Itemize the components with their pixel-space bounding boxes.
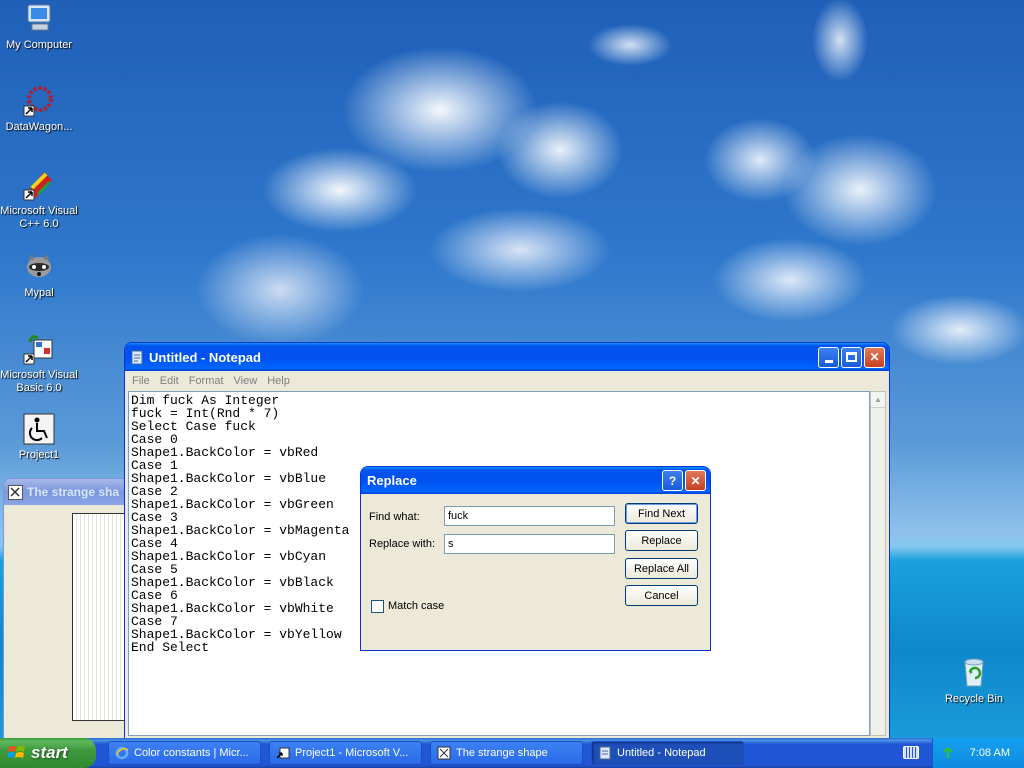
- mypal-icon: [22, 250, 56, 284]
- clock[interactable]: 7:08 AM: [970, 747, 1010, 759]
- close-button[interactable]: ✕: [864, 346, 885, 368]
- desktop-icon-label: Project1: [18, 449, 60, 461]
- scroll-up-button[interactable]: ▲: [871, 392, 885, 408]
- vb-icon: [276, 746, 290, 760]
- desktop-icon-label: Mypal: [24, 287, 54, 299]
- desktop-icon-visual-basic[interactable]: Microsoft Visual Basic 6.0: [0, 332, 78, 395]
- replace-title: Replace: [367, 473, 417, 488]
- task-label: Untitled - Notepad: [617, 747, 706, 759]
- find-what-label: Find what:: [369, 511, 420, 523]
- start-label: start: [31, 743, 68, 762]
- match-case-label: Match case: [388, 600, 445, 612]
- dialog-close-button[interactable]: ✕: [685, 470, 706, 491]
- menu-edit[interactable]: Edit: [155, 375, 184, 387]
- task-label: Color constants | Micr...: [134, 747, 249, 759]
- notepad-icon: [598, 746, 612, 760]
- replace-with-label: Replace with:: [369, 538, 436, 550]
- visual-cpp-icon: [22, 168, 56, 202]
- taskbar-item-notepad[interactable]: Untitled - Notepad: [591, 741, 744, 765]
- menu-view[interactable]: View: [229, 375, 263, 387]
- computer-icon: [22, 2, 56, 36]
- help-icon: ?: [668, 473, 677, 488]
- desktop-icon-label: Microsoft Visual C++ 6.0: [0, 205, 78, 230]
- vertical-scrollbar[interactable]: ▲: [870, 391, 886, 736]
- desktop: My Computer DataWagon... Microsoft Visua…: [0, 0, 1024, 738]
- visual-basic-icon: [22, 332, 56, 366]
- system-tray: 7:08 AM: [932, 738, 1024, 768]
- strange-shape-title: The strange sha: [27, 485, 120, 499]
- desktop-icon-recycle-bin[interactable]: Recycle Bin: [935, 656, 1013, 706]
- match-case-checkbox[interactable]: [371, 600, 384, 613]
- start-button[interactable]: start: [0, 738, 96, 768]
- minimize-icon: [824, 359, 833, 363]
- close-icon: ✕: [869, 350, 880, 364]
- replace-titlebar[interactable]: Replace ? ✕: [361, 467, 710, 494]
- menu-format[interactable]: Format: [184, 375, 229, 387]
- notepad-icon: [129, 349, 145, 365]
- notepad-title: Untitled - Notepad: [149, 349, 261, 365]
- form-icon: [437, 746, 451, 760]
- network-icon[interactable]: [941, 746, 955, 760]
- desktop-icon-label: DataWagon...: [5, 121, 73, 133]
- maximize-icon: [846, 352, 857, 362]
- taskbar: start Color constants | Micr... Project1…: [0, 738, 1024, 768]
- ie-icon: [115, 746, 129, 760]
- notepad-titlebar[interactable]: Untitled - Notepad ✕: [125, 343, 889, 371]
- strange-shape-client: [8, 509, 152, 735]
- menu-help[interactable]: Help: [262, 375, 295, 387]
- accessibility-icon: [22, 412, 56, 446]
- desktop-icon-label: My Computer: [5, 39, 73, 51]
- taskbar-item-project1[interactable]: Project1 - Microsoft V...: [269, 741, 422, 765]
- replace-button[interactable]: Replace: [625, 530, 698, 551]
- strange-shape-window[interactable]: The strange sha: [3, 478, 152, 738]
- taskbar-item-color-constants[interactable]: Color constants | Micr...: [108, 741, 261, 765]
- taskbar-item-strange-shape[interactable]: The strange shape: [430, 741, 583, 765]
- desktop-icon-datawagon[interactable]: DataWagon...: [0, 84, 78, 134]
- task-label: The strange shape: [456, 747, 548, 759]
- desktop-icon-project1[interactable]: Project1: [0, 412, 78, 462]
- help-button[interactable]: ?: [662, 470, 683, 491]
- replace-all-button[interactable]: Replace All: [625, 558, 698, 579]
- notepad-menubar: File Edit Format View Help: [125, 371, 889, 391]
- desktop-icon-mypal[interactable]: Mypal: [0, 250, 78, 300]
- maximize-button[interactable]: [841, 346, 862, 368]
- menu-file[interactable]: File: [127, 375, 155, 387]
- desktop-icon-label: Microsoft Visual Basic 6.0: [0, 369, 78, 394]
- find-what-input[interactable]: fuck: [444, 506, 615, 526]
- language-bar-icon[interactable]: [903, 746, 919, 759]
- cancel-button[interactable]: Cancel: [625, 585, 698, 606]
- desktop-icon-my-computer[interactable]: My Computer: [0, 2, 78, 52]
- desktop-icon-visual-cpp[interactable]: Microsoft Visual C++ 6.0: [0, 168, 78, 231]
- recycle-bin-icon: [957, 656, 991, 690]
- datawagon-icon: [22, 84, 56, 118]
- minimize-button[interactable]: [818, 346, 839, 368]
- task-label: Project1 - Microsoft V...: [295, 747, 409, 759]
- strange-shape-titlebar[interactable]: The strange sha: [4, 479, 142, 505]
- windows-logo-icon: [8, 744, 26, 762]
- form-icon: [8, 484, 23, 500]
- replace-with-input[interactable]: s: [444, 534, 615, 554]
- replace-dialog[interactable]: Replace ? ✕ Find what: fuck Replace with…: [360, 466, 711, 651]
- chevron-up-icon: ▲: [874, 395, 882, 404]
- close-icon: ✕: [690, 473, 701, 488]
- desktop-icon-label: Recycle Bin: [944, 693, 1004, 705]
- find-next-button[interactable]: Find Next: [625, 503, 698, 524]
